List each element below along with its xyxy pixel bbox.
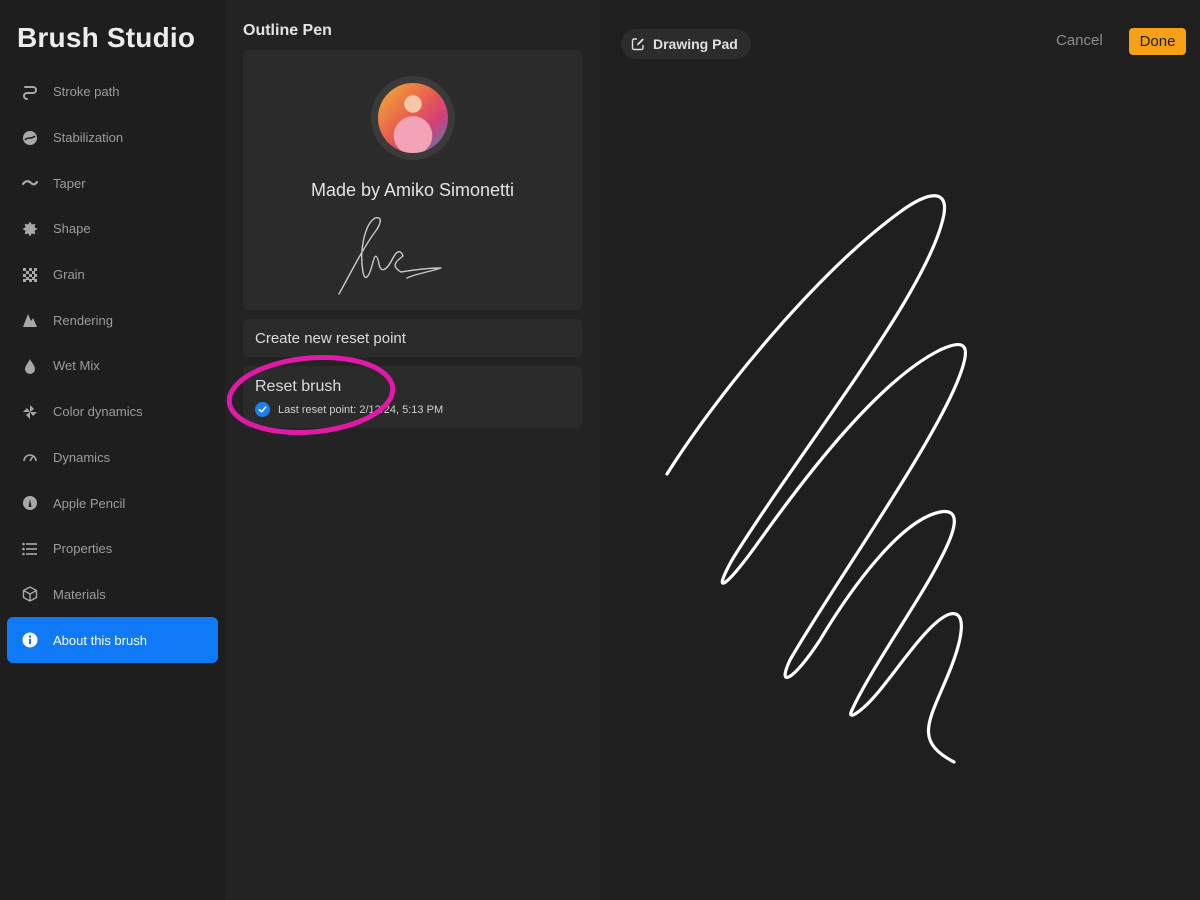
sidebar-item-label: Color dynamics xyxy=(53,404,143,420)
sidebar-item-apple-pencil[interactable]: Apple Pencil xyxy=(7,480,218,526)
sidebar-item-materials[interactable]: Materials xyxy=(7,572,218,618)
sidebar-item-label: About this brush xyxy=(53,632,147,648)
sidebar-item-shape[interactable]: Shape xyxy=(7,206,218,252)
sidebar-item-stroke-path[interactable]: Stroke path xyxy=(7,69,218,115)
stabilization-icon xyxy=(21,129,39,147)
sidebar-item-rendering[interactable]: Rendering xyxy=(7,297,218,343)
sidebar: Brush Studio Stroke path Stabilization T… xyxy=(0,0,225,900)
about-panel: Outline Pen Made by Amiko Simonetti Crea… xyxy=(225,0,600,900)
sidebar-item-label: Wet Mix xyxy=(53,358,100,374)
info-icon xyxy=(21,631,39,649)
sidebar-item-label: Materials xyxy=(53,586,106,602)
sidebar-item-properties[interactable]: Properties xyxy=(7,526,218,572)
create-reset-point-label: Create new reset point xyxy=(255,329,406,347)
author-signature xyxy=(338,217,442,295)
brush-stroke-preview xyxy=(665,194,967,764)
sidebar-item-grain[interactable]: Grain xyxy=(7,252,218,298)
reset-brush-label: Reset brush xyxy=(255,378,342,395)
last-reset-point-text: Last reset point: 2/12/24, 5:13 PM xyxy=(278,403,444,416)
sidebar-item-label: Rendering xyxy=(53,312,113,328)
drawing-pad[interactable]: Drawing Pad Cancel Done xyxy=(600,0,1200,900)
create-reset-point-button[interactable]: Create new reset point xyxy=(243,319,582,357)
taper-icon xyxy=(21,174,39,192)
sidebar-item-label: Dynamics xyxy=(53,449,111,465)
wet-mix-icon xyxy=(21,357,39,375)
avatar xyxy=(378,83,448,153)
sidebar-item-label: Stabilization xyxy=(53,130,124,146)
sidebar-item-taper[interactable]: Taper xyxy=(7,160,218,206)
sidebar-item-label: Stroke path xyxy=(53,84,120,100)
sidebar-item-label: Shape xyxy=(53,221,91,237)
brush-name: Outline Pen xyxy=(243,22,332,39)
rendering-icon xyxy=(21,311,39,329)
sidebar-item-label: Apple Pencil xyxy=(53,495,126,511)
color-dynamics-icon xyxy=(21,403,39,421)
properties-icon xyxy=(21,540,39,558)
made-by-label: Made by Amiko Simonetti xyxy=(310,180,515,200)
sidebar-item-dynamics[interactable]: Dynamics xyxy=(7,435,218,481)
app-title: Brush Studio xyxy=(17,22,196,53)
materials-icon xyxy=(21,585,39,603)
sidebar-item-label: Taper xyxy=(53,175,86,191)
sidebar-item-label: Grain xyxy=(53,267,85,283)
shape-icon xyxy=(21,220,39,238)
sidebar-item-color-dynamics[interactable]: Color dynamics xyxy=(7,389,218,435)
stroke-path-icon xyxy=(21,83,39,101)
author-card: Made by Amiko Simonetti xyxy=(243,50,582,310)
grain-icon xyxy=(21,266,39,284)
sidebar-item-stabilization[interactable]: Stabilization xyxy=(7,115,218,161)
last-reset-point: Last reset point: 2/12/24, 5:13 PM xyxy=(255,402,443,417)
checkmark-icon xyxy=(255,402,270,417)
sidebar-nav: Stroke path Stabilization Taper Shape Gr… xyxy=(7,69,218,663)
sidebar-item-about-this-brush[interactable]: About this brush xyxy=(7,617,218,663)
reset-brush-button[interactable]: Reset brush Last reset point: 2/12/24, 5… xyxy=(243,366,582,428)
sidebar-item-wet-mix[interactable]: Wet Mix xyxy=(7,343,218,389)
dynamics-icon xyxy=(21,448,39,466)
apple-pencil-icon xyxy=(21,494,39,512)
sidebar-item-label: Properties xyxy=(53,541,113,557)
author-avatar-ring xyxy=(371,76,455,160)
